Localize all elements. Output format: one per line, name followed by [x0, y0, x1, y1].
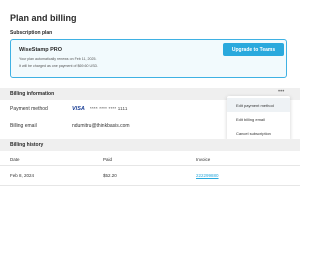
page-title: Plan and billing — [10, 13, 77, 23]
row-divider — [0, 185, 300, 186]
row-paid: $52.20 — [103, 173, 117, 178]
menu-item-edit-payment[interactable]: Edit payment method — [227, 98, 290, 112]
plan-card: WiseStamp PRO Your plan automatically re… — [10, 39, 287, 78]
visa-card-icon: VISA — [72, 106, 85, 112]
billing-history-header — [0, 139, 300, 151]
subscription-section-label: Subscription plan — [10, 30, 53, 36]
billing-email-label: Billing email — [10, 123, 37, 129]
table-divider — [0, 165, 300, 166]
billing-history-title: Billing history — [10, 142, 44, 148]
options-menu: Edit payment method Edit billing email C… — [227, 96, 290, 141]
column-header-paid: Paid — [103, 157, 113, 162]
column-header-invoice: Invoice — [196, 157, 211, 162]
more-options-icon[interactable]: ••• — [278, 89, 284, 95]
upgrade-button[interactable]: Upgrade to Teams — [223, 43, 284, 56]
column-header-date: Date — [10, 157, 20, 162]
plan-name: WiseStamp PRO — [19, 47, 63, 53]
menu-item-cancel-subscription[interactable]: Cancel subscription — [227, 126, 290, 140]
row-date: Feb 8, 2024 — [10, 173, 35, 178]
payment-method-label: Payment method — [10, 106, 48, 112]
menu-item-edit-email[interactable]: Edit billing email — [227, 112, 290, 126]
charge-note: It will be charged as one payment of $69… — [19, 64, 99, 68]
invoice-link[interactable]: 222299880 — [196, 173, 219, 178]
card-number: **** **** **** 1111 — [90, 106, 128, 111]
renew-note: Your plan automatically renews on Feb 11… — [19, 57, 97, 61]
billing-email-value: ndumitru@thinkbasis.com — [72, 123, 130, 129]
billing-info-title: Billing information — [10, 91, 55, 97]
